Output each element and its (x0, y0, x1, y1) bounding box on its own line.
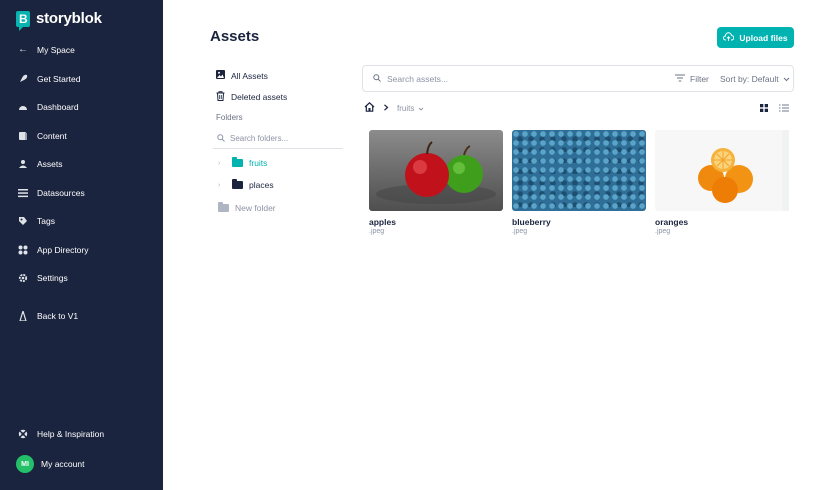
asset-card-partial (782, 130, 789, 211)
chevron-down-icon (418, 104, 424, 113)
search-icon (373, 73, 381, 84)
rocket-icon (18, 74, 28, 84)
apps-icon (18, 245, 28, 255)
arrow-left-icon: ← (18, 44, 28, 55)
filter-button[interactable]: Filter (675, 66, 709, 91)
sidebar-item-tags[interactable]: Tags (0, 211, 163, 231)
folder-icon (218, 202, 229, 212)
folder-icon (232, 157, 243, 167)
sidebar-item-label: Dashboard (37, 102, 79, 112)
image-icon (216, 70, 225, 81)
new-folder-label: New folder (235, 203, 276, 213)
logo-icon: B (16, 10, 30, 31)
sidebar-item-label: App Directory (37, 245, 89, 255)
sidebar-item-label: Content (37, 131, 67, 141)
breadcrumb: fruits (364, 101, 424, 114)
folder-item-fruits[interactable]: › fruits (218, 157, 268, 168)
asset-name: blueberry (512, 217, 551, 227)
folder-label: places (249, 180, 274, 190)
lifebuoy-icon (18, 429, 28, 439)
sort-dropdown[interactable]: Sort by: Default (720, 66, 790, 91)
deleted-assets-link[interactable]: Deleted assets (216, 91, 287, 103)
asset-name: oranges (655, 217, 689, 227)
search-icon (217, 133, 225, 144)
asset-extension: .jpeg (655, 228, 671, 235)
folder-item-places[interactable]: › places (218, 179, 274, 190)
list-icon (779, 104, 789, 114)
my-account-label: My account (41, 459, 85, 469)
nav-back-label: My Space (37, 45, 75, 55)
chevron-right-icon[interactable]: › (218, 160, 226, 167)
asset-name: apples (369, 217, 396, 227)
asset-card-blueberry[interactable]: blueberry .jpeg (512, 130, 646, 235)
grid-view-toggle[interactable] (760, 104, 768, 114)
filter-label: Filter (690, 73, 709, 84)
logo-text: storyblok (36, 10, 102, 27)
cloud-upload-icon (723, 31, 735, 44)
home-icon[interactable] (364, 101, 375, 114)
back-to-v1-link[interactable]: Back to V1 (0, 306, 163, 326)
avatar: MI (16, 455, 34, 473)
new-folder-button[interactable]: New folder (218, 202, 276, 213)
asset-thumbnail (512, 130, 646, 211)
sidebar-item-datasources[interactable]: Datasources (0, 183, 163, 203)
tower-icon (18, 311, 28, 321)
sidebar-item-assets[interactable]: Assets (0, 154, 163, 174)
sidebar-item-label: Tags (37, 216, 55, 226)
list-view-toggle[interactable] (779, 104, 789, 114)
asset-extension: .jpeg (512, 228, 528, 235)
help-label: Help & Inspiration (37, 429, 105, 439)
dashboard-icon (18, 102, 28, 112)
sidebar-item-get-started[interactable]: Get Started (0, 69, 163, 89)
upload-files-button[interactable]: Upload files (717, 27, 794, 48)
sidebar-item-dashboard[interactable]: Dashboard (0, 97, 163, 117)
back-to-v1-label: Back to V1 (37, 311, 79, 321)
asset-extension: .jpeg (369, 228, 385, 235)
sidebar-item-content[interactable]: Content (0, 126, 163, 146)
sidebar: B storyblok ← My Space Get Started Dashb… (0, 0, 163, 490)
chevron-right-icon[interactable]: › (218, 182, 226, 189)
asset-search-bar: Filter Sort by: Default (362, 65, 794, 92)
asset-card-oranges[interactable]: oranges .jpeg (655, 130, 789, 235)
sidebar-item-app-directory[interactable]: App Directory (0, 240, 163, 260)
sidebar-item-settings[interactable]: Settings (0, 268, 163, 288)
sidebar-item-label: Assets (37, 159, 63, 169)
back-to-space-link[interactable]: ← My Space (0, 40, 163, 60)
asset-card-apples[interactable]: apples .jpeg (369, 130, 503, 235)
sort-label: Sort by: Default (720, 73, 779, 84)
folders-heading: Folders (216, 113, 243, 122)
asset-thumbnail (369, 130, 503, 211)
page-title: Assets (210, 28, 260, 45)
all-assets-link[interactable]: All Assets (216, 70, 268, 81)
help-inspiration-link[interactable]: Help & Inspiration (0, 424, 163, 444)
tag-icon (18, 216, 28, 226)
chevron-down-icon (783, 74, 790, 84)
asset-thumbnail (655, 130, 789, 211)
filter-icon (675, 74, 685, 84)
trash-icon (216, 91, 225, 103)
search-input-wrap (373, 66, 647, 91)
deleted-assets-label: Deleted assets (231, 92, 288, 102)
folder-search (213, 129, 343, 149)
folder-icon (232, 179, 243, 189)
gear-icon (18, 273, 28, 283)
all-assets-label: All Assets (231, 70, 268, 81)
folder-label: fruits (249, 158, 268, 168)
upload-files-label: Upload files (739, 32, 788, 43)
breadcrumb-current-folder[interactable]: fruits (397, 104, 424, 113)
sidebar-item-label: Settings (37, 273, 68, 283)
chevron-right-icon (383, 103, 389, 113)
sidebar-item-label: Get Started (37, 74, 81, 84)
sidebar-item-label: Datasources (37, 188, 85, 198)
datasources-icon (18, 188, 28, 198)
folder-search-input[interactable] (230, 134, 330, 143)
grid-icon (760, 104, 768, 114)
asset-search-input[interactable] (387, 73, 647, 84)
content-icon (18, 131, 28, 141)
my-account-link[interactable]: MI My account (0, 454, 163, 474)
storyblok-logo[interactable]: B storyblok (16, 10, 102, 31)
assets-icon (18, 159, 28, 169)
breadcrumb-label: fruits (397, 103, 415, 113)
